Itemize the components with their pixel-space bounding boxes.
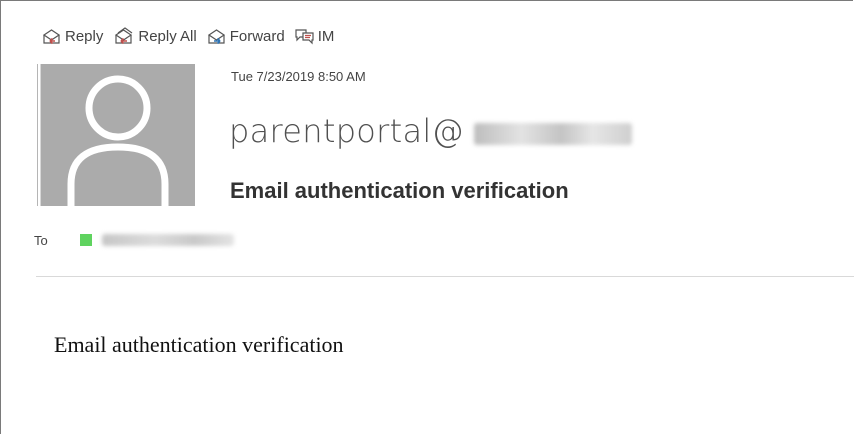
reply-label: Reply [65,27,104,45]
to-label: To [34,232,48,248]
forward-button[interactable]: Forward [207,27,285,45]
reply-all-label: Reply All [138,27,197,45]
message-body: Email authentication verification [54,332,344,357]
person-silhouette-icon [41,64,195,206]
reply-icon [42,27,65,45]
header-divider [36,276,854,277]
message-timestamp: Tue 7/23/2019 8:50 AM [231,69,366,84]
forward-label: Forward [229,27,285,45]
presence-status-icon [79,234,92,246]
reply-all-button[interactable]: Reply All [113,27,197,45]
sender-avatar [37,64,195,206]
reply-button[interactable]: Reply [42,27,103,45]
im-label: IM [317,27,335,45]
redacted-sender-domain [473,123,632,145]
im-button[interactable]: IM [295,27,335,45]
forward-icon [207,27,230,45]
message-toolbar: Reply Reply All Forward IM [42,26,344,46]
redacted-recipient[interactable] [101,234,234,246]
sender-row: parentportal@ [229,106,632,156]
im-icon [295,27,318,45]
recipient-row: To [34,231,234,249]
sender-address[interactable]: parentportal@ [229,112,464,150]
message-subject: Email authentication verification [230,178,569,203]
reply-all-icon [113,27,138,45]
